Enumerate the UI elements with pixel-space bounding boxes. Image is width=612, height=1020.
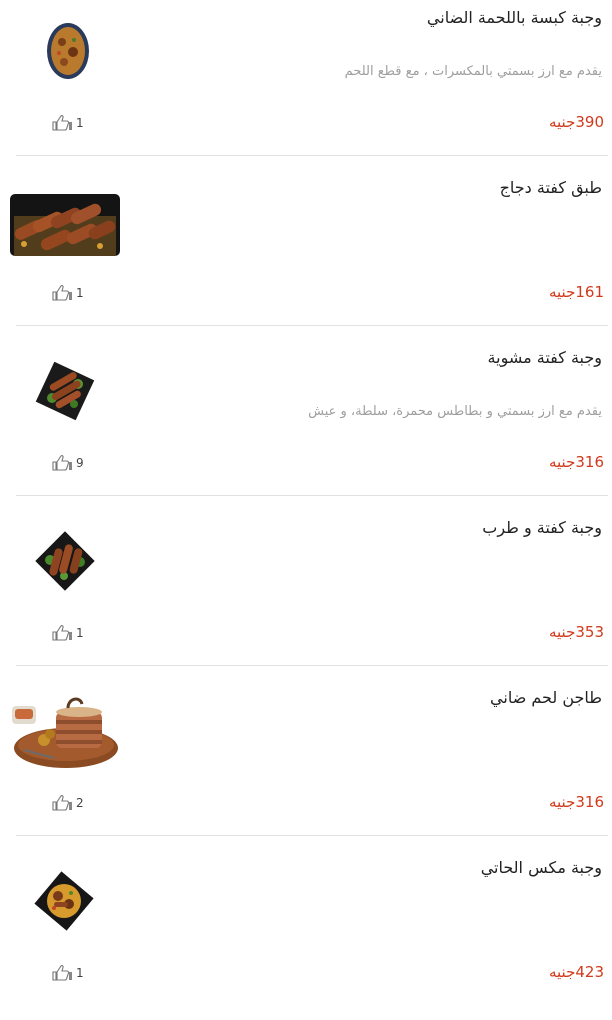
menu-item[interactable]: وجبة كفتة و طرب 1 353جنيه — [0, 510, 612, 680]
item-price: 423جنيه — [548, 963, 604, 981]
thumbs-up-icon — [52, 285, 72, 301]
menu-list: وجبة كبسة باللحمة الضاني يقدم مع ارز بسم… — [0, 0, 612, 1000]
like-button[interactable]: 1 — [52, 284, 84, 302]
separator — [16, 325, 608, 326]
like-button[interactable]: 1 — [52, 114, 84, 132]
item-title[interactable]: وجبة كبسة باللحمة الضاني — [427, 8, 602, 27]
like-button[interactable]: 1 — [52, 964, 84, 982]
item-description: يقدم مع ارز بسمتي بالمكسرات ، مع قطع الل… — [344, 64, 602, 79]
kabsa-dish-photo[interactable] — [46, 22, 90, 80]
kofta-tarb-photo[interactable] — [34, 530, 96, 592]
thumbs-up-icon — [52, 795, 72, 811]
item-price: 316جنيه — [548, 453, 604, 471]
like-button[interactable]: 2 — [52, 794, 84, 812]
chicken-kofta-photo[interactable] — [10, 194, 120, 256]
like-count: 9 — [76, 456, 84, 470]
item-title[interactable]: وجبة كفتة مشوية — [488, 348, 602, 367]
item-title[interactable]: وجبة كفتة و طرب — [482, 518, 602, 537]
separator — [16, 495, 608, 496]
separator — [16, 835, 608, 836]
item-title[interactable]: وجبة مكس الحاتي — [481, 858, 602, 877]
like-count: 1 — [76, 116, 84, 130]
like-count: 1 — [76, 286, 84, 300]
thumbs-up-icon — [52, 625, 72, 641]
menu-item[interactable]: وجبة كبسة باللحمة الضاني يقدم مع ارز بسم… — [0, 0, 612, 170]
item-title[interactable]: طبق كفتة دجاج — [500, 178, 602, 197]
item-price: 316جنيه — [548, 793, 604, 811]
separator — [16, 665, 608, 666]
mix-hati-photo[interactable] — [32, 870, 96, 932]
item-price: 353جنيه — [548, 623, 604, 641]
thumbs-up-icon — [52, 455, 72, 471]
like-count: 1 — [76, 626, 84, 640]
like-button[interactable]: 9 — [52, 454, 84, 472]
lamb-tagine-photo[interactable] — [10, 694, 120, 772]
separator — [16, 155, 608, 156]
item-title[interactable]: طاجن لحم ضاني — [490, 688, 602, 707]
item-price: 161جنيه — [548, 283, 604, 301]
item-description: يقدم مع ارز بسمتي و بطاطس محمرة، سلطة، و… — [308, 404, 602, 419]
menu-item[interactable]: طاجن لحم ضاني 2 316جنيه — [0, 680, 612, 850]
grilled-kofta-photo[interactable] — [34, 360, 96, 422]
thumbs-up-icon — [52, 115, 72, 131]
like-button[interactable]: 1 — [52, 624, 84, 642]
menu-item[interactable]: وجبة مكس الحاتي 1 423جنيه — [0, 850, 612, 1020]
menu-item[interactable]: طبق كفتة دجاج 1 161جنيه — [0, 170, 612, 340]
like-count: 2 — [76, 796, 84, 810]
item-price: 390جنيه — [548, 113, 604, 131]
thumbs-up-icon — [52, 965, 72, 981]
like-count: 1 — [76, 966, 84, 980]
menu-item[interactable]: وجبة كفتة مشوية يقدم مع ارز بسمتي و بطاط… — [0, 340, 612, 510]
